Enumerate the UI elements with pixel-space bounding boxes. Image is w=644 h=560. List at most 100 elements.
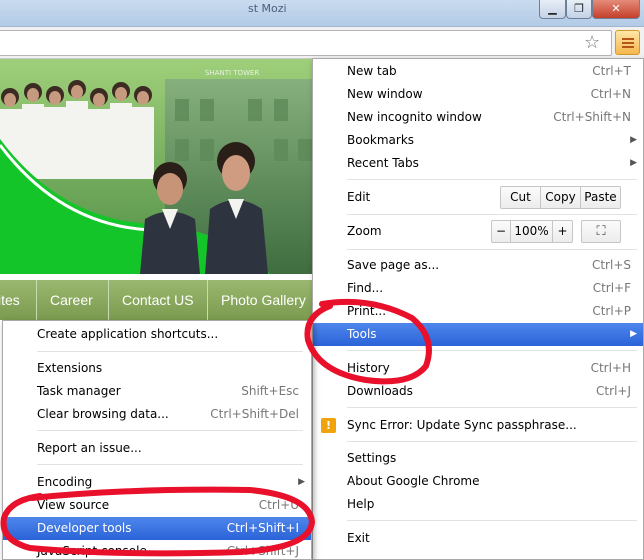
- menu-label: New incognito window: [347, 110, 482, 124]
- menu-shortcut: Ctrl+Shift+J: [226, 544, 299, 558]
- menu-label: Bookmarks: [347, 133, 415, 147]
- menu-item-encoding[interactable]: Encoding ▶: [3, 471, 311, 494]
- menu-item-exit[interactable]: Exit: [313, 527, 643, 550]
- paste-button[interactable]: Paste: [581, 187, 620, 208]
- menu-label: Save page as...: [347, 258, 440, 272]
- menu-item-save-page[interactable]: Save page as... Ctrl+S: [313, 254, 643, 277]
- menu-separator: [37, 430, 303, 431]
- star-icon[interactable]: ☆: [584, 33, 600, 53]
- menu-separator: [347, 441, 637, 442]
- menu-shortcut: Ctrl+P: [592, 304, 631, 318]
- menu-shortcut: Ctrl+F: [592, 281, 631, 295]
- menu-item-task-manager[interactable]: Task manager Shift+Esc: [3, 380, 311, 403]
- copy-button[interactable]: Copy: [541, 187, 581, 208]
- maximize-icon[interactable]: ❐: [566, 0, 592, 19]
- menu-item-help[interactable]: Help: [313, 493, 643, 516]
- menu-item-print[interactable]: Print... Ctrl+P: [313, 300, 643, 323]
- menu-label: Report an issue...: [37, 441, 142, 455]
- menu-label: Task manager: [37, 384, 121, 398]
- menu-label: Help: [347, 497, 375, 511]
- menu-separator: [37, 464, 303, 465]
- menu-item-about[interactable]: About Google Chrome: [313, 470, 643, 493]
- minimize-icon[interactable]: ▁: [539, 0, 566, 19]
- zoom-controls: − 100% +: [491, 220, 573, 243]
- menu-label: Encoding: [37, 475, 93, 489]
- menu-shortcut: Shift+Esc: [241, 384, 299, 398]
- menu-item-bookmarks[interactable]: Bookmarks ▶: [313, 129, 643, 152]
- zoom-in-button[interactable]: +: [553, 221, 572, 242]
- menu-item-create-app-shortcuts[interactable]: Create application shortcuts...: [3, 323, 311, 346]
- menu-label: Downloads: [347, 384, 413, 398]
- menu-item-new-tab[interactable]: New tab Ctrl+T: [313, 60, 643, 83]
- tools-submenu: Create application shortcuts... Extensio…: [2, 320, 312, 560]
- nav-link-photo-gallery[interactable]: Photo Gallery: [221, 280, 306, 320]
- submenu-arrow-icon: ▶: [630, 158, 637, 168]
- menu-item-javascript-console[interactable]: JavaScript console Ctrl+Shift+J: [3, 540, 311, 560]
- menu-item-clear-browsing-data[interactable]: Clear browsing data... Ctrl+Shift+Del: [3, 403, 311, 426]
- menu-separator: [347, 249, 637, 250]
- close-icon[interactable]: ✕: [592, 0, 640, 19]
- menu-label: Create application shortcuts...: [37, 327, 219, 341]
- fullscreen-icon: ⛶: [596, 224, 606, 239]
- zoom-out-button[interactable]: −: [492, 221, 511, 242]
- menu-item-settings[interactable]: Settings: [313, 447, 643, 470]
- menu-label: Tools: [347, 327, 377, 341]
- menu-item-view-source[interactable]: View source Ctrl+U: [3, 494, 311, 517]
- menu-shortcut: Ctrl+Shift+Del: [210, 407, 299, 421]
- menu-label: New window: [347, 87, 423, 101]
- menu-label: Sync Error: Update Sync passphrase...: [347, 418, 577, 432]
- nav-link-career[interactable]: Career: [50, 280, 93, 320]
- submenu-arrow-icon: ▶: [630, 135, 637, 145]
- menu-item-tools[interactable]: Tools ▶: [313, 323, 643, 346]
- menu-item-downloads[interactable]: Downloads Ctrl+J: [313, 380, 643, 403]
- address-bar[interactable]: ☆: [0, 30, 612, 56]
- menu-item-extensions[interactable]: Extensions: [3, 357, 311, 380]
- building-sign: SHANTI TOWER: [205, 69, 259, 77]
- menu-item-new-incognito-window[interactable]: New incognito window Ctrl+Shift+N: [313, 106, 643, 129]
- submenu-arrow-icon: ▶: [298, 477, 305, 487]
- nav-link-sites[interactable]: ites: [0, 280, 20, 320]
- menu-label: History: [347, 361, 390, 375]
- menu-separator: [37, 351, 303, 352]
- menu-item-sync-error[interactable]: ! Sync Error: Update Sync passphrase...: [313, 414, 643, 437]
- menu-label: View source: [37, 498, 110, 512]
- hamburger-menu-icon[interactable]: [615, 30, 640, 55]
- menu-item-find[interactable]: Find... Ctrl+F: [313, 277, 643, 300]
- warning-icon: !: [321, 418, 336, 433]
- menu-shortcut: Ctrl+J: [596, 384, 631, 398]
- menu-shortcut: Ctrl+N: [590, 87, 631, 101]
- menu-label: Zoom: [347, 224, 382, 238]
- menu-label: New tab: [347, 64, 397, 78]
- menu-label: JavaScript console: [37, 544, 147, 558]
- menu-label: Extensions: [37, 361, 103, 375]
- nav-link-contact[interactable]: Contact US: [122, 280, 194, 320]
- menu-shortcut: Ctrl+Shift+N: [553, 110, 631, 124]
- menu-label: Print...: [347, 304, 387, 318]
- menu-separator: [347, 350, 637, 351]
- menu-shortcut: Ctrl+U: [258, 498, 299, 512]
- menu-separator: [347, 179, 637, 180]
- menu-item-developer-tools[interactable]: Developer tools Ctrl+Shift+I: [3, 517, 311, 540]
- fullscreen-button[interactable]: ⛶: [581, 220, 621, 243]
- menu-shortcut: Ctrl+S: [591, 258, 631, 272]
- menu-item-history[interactable]: History Ctrl+H: [313, 357, 643, 380]
- menu-item-recent-tabs[interactable]: Recent Tabs ▶: [313, 152, 643, 175]
- site-navigation: ites Career Contact US Photo Gallery: [0, 280, 314, 320]
- chrome-main-menu: New tab Ctrl+T New window Ctrl+N New inc…: [312, 58, 644, 560]
- menu-label: About Google Chrome: [347, 474, 480, 488]
- menu-label: Find...: [347, 281, 384, 295]
- edit-button-group: Cut Copy Paste: [500, 186, 621, 209]
- menu-label: Developer tools: [37, 521, 132, 535]
- browser-toolbar: ☆: [0, 27, 644, 59]
- menu-separator: [347, 520, 637, 521]
- menu-item-new-window[interactable]: New window Ctrl+N: [313, 83, 643, 106]
- menu-label: Edit: [347, 190, 371, 204]
- menu-separator: [347, 214, 637, 215]
- menu-label: Settings: [347, 451, 397, 465]
- cut-button[interactable]: Cut: [501, 187, 541, 208]
- menu-shortcut: Ctrl+H: [590, 361, 631, 375]
- submenu-arrow-icon: ▶: [630, 329, 637, 339]
- menu-item-report-issue[interactable]: Report an issue...: [3, 437, 311, 460]
- menu-shortcut: Ctrl+Shift+I: [226, 521, 299, 535]
- window-title: st Mozi: [248, 2, 287, 15]
